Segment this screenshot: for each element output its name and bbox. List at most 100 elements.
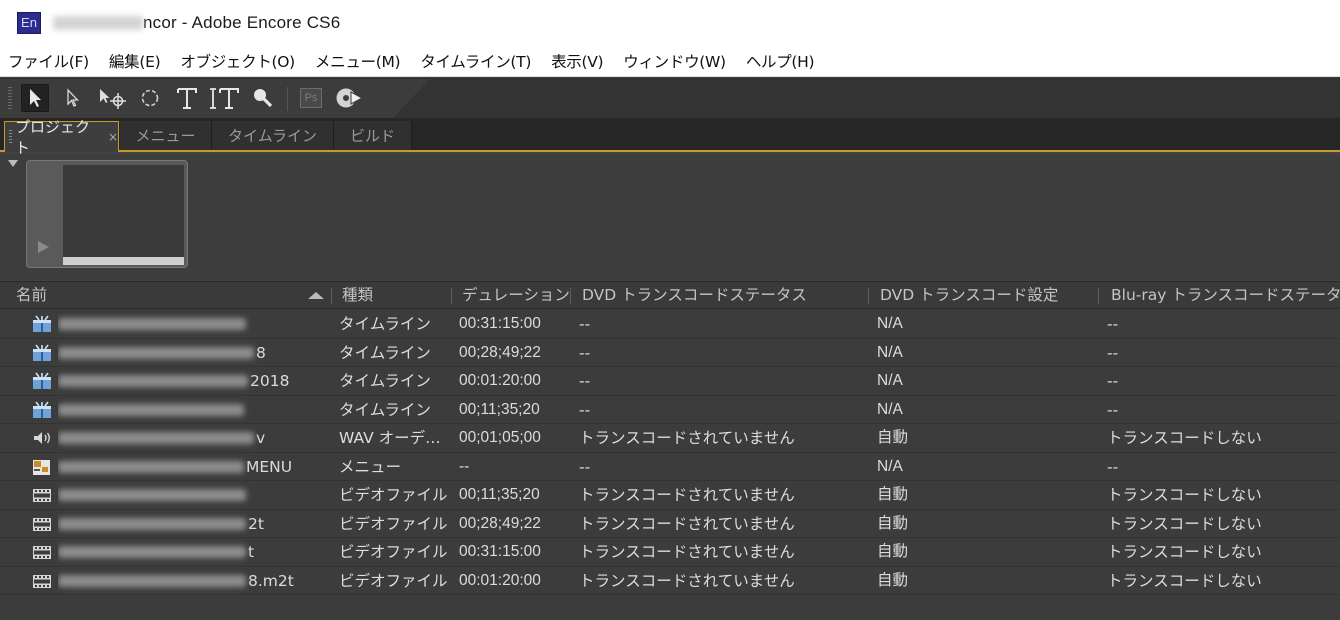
cell-type: タイムライン xyxy=(339,372,431,390)
cell-name[interactable]: 8.m2t xyxy=(58,567,330,595)
cell-bluray-status: -- xyxy=(1107,400,1119,419)
cell-name[interactable]: t xyxy=(58,538,330,566)
audio-icon xyxy=(30,424,54,452)
table-row[interactable]: ビデオファイル 00;11;35;20 トランスコードされていません 自動 トランスコー… xyxy=(0,481,1340,510)
cell-bluray-status: -- xyxy=(1107,372,1119,390)
title-bar: En ncor - Adobe Encore CS6 xyxy=(0,0,1340,46)
tab-menu[interactable]: メニュー xyxy=(120,121,212,150)
text-tool-icon[interactable] xyxy=(173,84,201,112)
zoom-tool-icon[interactable] xyxy=(248,84,276,112)
table-row[interactable]: 8.m2t ビデオファイル 00:01:20:00 トランスコードされていません 自動ト… xyxy=(0,567,1340,595)
rotate-tool-icon[interactable] xyxy=(136,84,164,112)
cell-duration: 00;11;35;20 xyxy=(459,486,540,503)
tools-toolbar: Ps xyxy=(0,78,1340,119)
col-divider[interactable] xyxy=(868,288,869,304)
cell-name[interactable]: v xyxy=(58,424,330,452)
menu-window[interactable]: ウィンドウ(W) xyxy=(614,50,737,72)
redacted-file-name xyxy=(58,460,244,473)
redacted-file-name xyxy=(58,489,246,501)
cell-duration: -- xyxy=(459,457,470,475)
cell-dvd-setting[interactable]: N/A xyxy=(877,310,1097,338)
col-divider[interactable] xyxy=(331,288,332,304)
encore-app-icon: En xyxy=(17,12,41,34)
preview-disc-icon[interactable] xyxy=(332,84,366,112)
direct-select-tool-icon[interactable] xyxy=(59,84,87,112)
cell-dvd-setting[interactable]: 自動 xyxy=(877,510,1097,538)
thumbnail-bar xyxy=(63,257,184,265)
photoshop-edit-icon[interactable]: Ps xyxy=(297,84,325,112)
cell-dvd-setting[interactable]: 自動 xyxy=(877,538,1097,566)
cell-dvd-status: トランスコードされていません xyxy=(579,429,795,447)
col-header-bluray-status[interactable]: Blu-ray トランスコードステータス xyxy=(1103,282,1340,309)
menu-view[interactable]: 表示(V) xyxy=(542,50,614,72)
col-divider[interactable] xyxy=(570,288,571,304)
col-header-type[interactable]: 種類 xyxy=(334,282,373,309)
toolbar-grip[interactable] xyxy=(8,87,12,111)
menu-object[interactable]: オブジェクト(O) xyxy=(171,50,306,72)
cell-dvd-setting[interactable]: N/A xyxy=(877,453,1097,481)
menu-menu[interactable]: メニュー(M) xyxy=(306,50,411,72)
cell-dvd-status: トランスコードされていません xyxy=(579,514,795,533)
name-suffix: 8.m2t xyxy=(248,571,294,590)
cell-dvd-setting[interactable]: 自動 xyxy=(877,424,1097,452)
move-tool-icon[interactable] xyxy=(96,84,130,112)
menu-timeline[interactable]: タイムライン(T) xyxy=(411,50,542,72)
table-row[interactable]: タイムライン 00:31:15:00 -- N/A -- xyxy=(0,310,1340,339)
toolbar-empty-area xyxy=(392,79,1340,119)
cell-bluray-status: トランスコードしない xyxy=(1107,571,1262,590)
cell-type: ビデオファイル xyxy=(339,543,447,561)
play-icon[interactable] xyxy=(38,241,49,253)
cell-type: タイムライン xyxy=(339,400,431,419)
menu-bar: ファイル(F) 編集(E) オブジェクト(O) メニュー(M) タイムライン(T… xyxy=(0,46,1340,77)
cell-bluray-status: -- xyxy=(1107,315,1119,333)
col-header-dvd-setting[interactable]: DVD トランスコード設定 xyxy=(872,282,1058,309)
cell-name[interactable]: 2t xyxy=(58,510,330,538)
selection-tool-icon[interactable] xyxy=(21,84,49,112)
tab-build[interactable]: ビルド xyxy=(334,121,412,150)
timeline-icon xyxy=(30,310,54,338)
table-row[interactable]: タイムライン 00;11;35;20 -- N/A -- xyxy=(0,396,1340,424)
col-divider[interactable] xyxy=(1098,288,1099,304)
col-header-duration[interactable]: デュレーション xyxy=(454,282,570,309)
col-header-dvd-status[interactable]: DVD トランスコードステータス xyxy=(574,282,807,309)
cell-type: メニュー xyxy=(339,457,402,476)
menu-help[interactable]: ヘルプ(H) xyxy=(737,50,825,72)
cell-name[interactable]: MENU xyxy=(58,453,330,481)
redacted-file-name xyxy=(58,375,248,387)
menu-file[interactable]: ファイル(F) xyxy=(0,50,100,72)
cell-name[interactable] xyxy=(58,396,330,424)
cell-dvd-setting[interactable]: N/A xyxy=(877,396,1097,424)
col-divider[interactable] xyxy=(451,288,452,304)
tab-timeline[interactable]: タイムライン xyxy=(212,121,334,150)
table-row[interactable]: MENU メニュー -- -- N/A -- xyxy=(0,453,1340,481)
cell-name[interactable] xyxy=(58,310,330,338)
table-row[interactable]: 2t ビデオファイル 00;28;49;22 トランスコードされていません 自動 トランス… xyxy=(0,510,1340,538)
sort-ascending-icon[interactable] xyxy=(308,292,324,299)
tab-project[interactable]: プロジェクト × xyxy=(4,118,119,157)
cell-duration: 00:31:15:00 xyxy=(459,315,541,332)
cell-dvd-status: トランスコードされていません xyxy=(579,571,795,590)
table-row[interactable]: 2018 タイムライン 00:01:20:00 -- N/A -- xyxy=(0,367,1340,396)
redacted-file-name xyxy=(58,574,246,587)
col-header-name[interactable]: 名前 xyxy=(8,282,47,309)
name-suffix: 2018 xyxy=(250,372,290,390)
cell-dvd-setting[interactable]: 自動 xyxy=(877,481,1097,509)
cell-dvd-setting[interactable]: 自動 xyxy=(877,567,1097,595)
cell-dvd-setting[interactable]: N/A xyxy=(877,339,1097,367)
tab-close-icon[interactable]: × xyxy=(108,130,118,144)
table-body: タイムライン 00:31:15:00 -- N/A -- 8 タイムライン 00;28;49;… xyxy=(0,310,1340,595)
cell-name[interactable]: 2018 xyxy=(58,367,330,395)
cell-bluray-status: -- xyxy=(1107,343,1119,362)
tab-project-label: プロジェクト xyxy=(15,118,91,157)
table-header: 名前 種類 デュレーション DVD トランスコードステータス DVD トランスコ… xyxy=(0,281,1340,309)
table-row[interactable]: 8 タイムライン 00;28;49;22 -- N/A -- xyxy=(0,339,1340,367)
table-row[interactable]: v WAV オーデ… 00;01;05;00 トランスコードされていません 自動 トランス… xyxy=(0,424,1340,453)
cell-name[interactable] xyxy=(58,481,330,509)
cell-dvd-setting[interactable]: N/A xyxy=(877,367,1097,395)
menu-edit[interactable]: 編集(E) xyxy=(100,50,171,72)
collapse-triangle-icon[interactable] xyxy=(8,160,18,167)
redacted-file-name xyxy=(58,432,254,444)
vertical-text-tool-icon[interactable] xyxy=(209,84,241,112)
table-row[interactable]: t ビデオファイル 00:31:15:00 トランスコードされていません 自動 トランスコ… xyxy=(0,538,1340,567)
cell-name[interactable]: 8 xyxy=(58,339,330,367)
